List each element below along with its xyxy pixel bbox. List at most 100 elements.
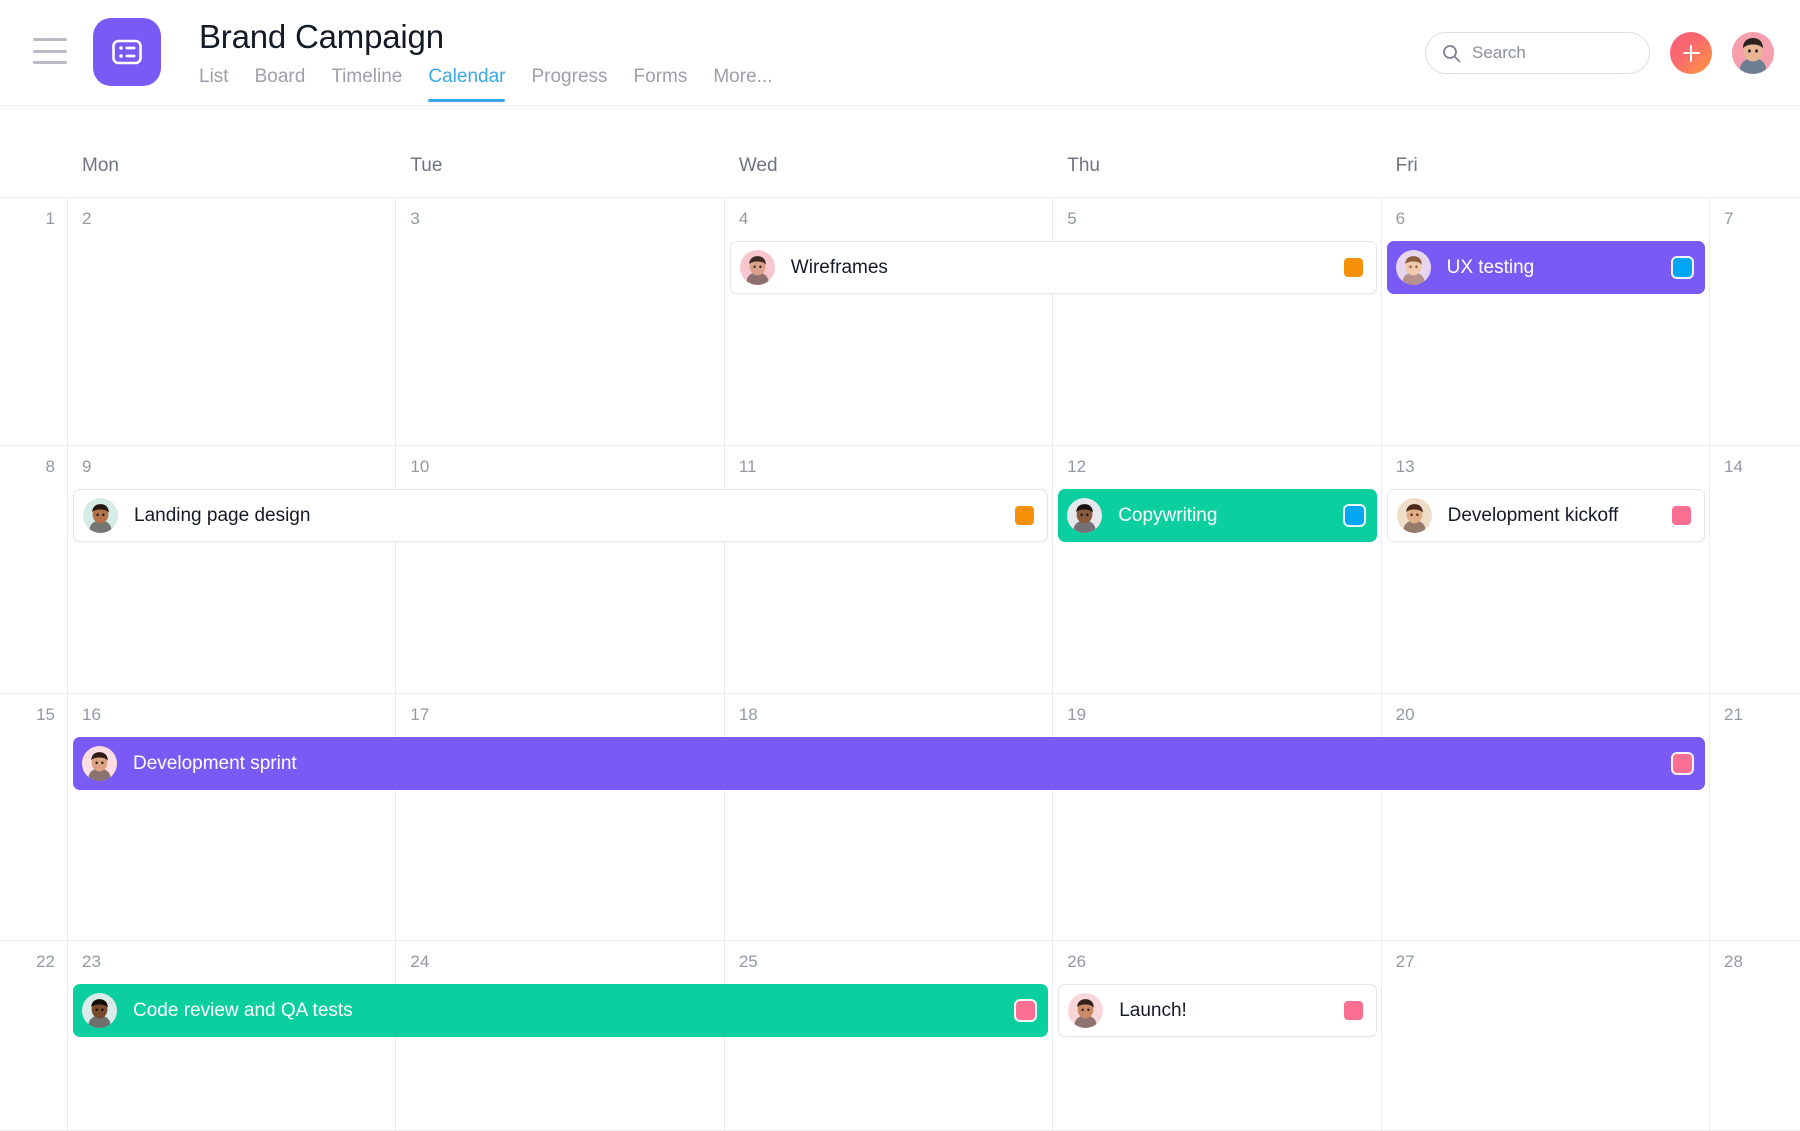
day-number: 7 bbox=[1724, 209, 1734, 228]
day-number: 10 bbox=[410, 457, 430, 476]
day-cell-21[interactable]: 21 bbox=[1710, 694, 1800, 940]
weekday-header: Mon Tue Wed Thu Fri bbox=[0, 106, 1800, 198]
tab-calendar[interactable]: Calendar bbox=[428, 66, 521, 102]
day-cell-6[interactable]: 6 bbox=[1382, 198, 1711, 445]
event-status-badge[interactable] bbox=[1343, 1001, 1363, 1020]
day-cell-13[interactable]: 13 bbox=[1382, 446, 1711, 693]
day-number: 6 bbox=[1395, 209, 1406, 228]
day-cell-4[interactable]: 4 bbox=[725, 198, 1054, 445]
calendar-event[interactable]: UX testing bbox=[1386, 241, 1705, 294]
day-number: 13 bbox=[1395, 457, 1415, 476]
avatar[interactable] bbox=[1732, 32, 1774, 74]
day-number: 9 bbox=[82, 457, 92, 476]
day-cell-3[interactable]: 3 bbox=[396, 198, 725, 445]
day-cell-7[interactable]: 7 bbox=[1710, 198, 1800, 445]
day-number: 8 bbox=[45, 457, 55, 476]
weekday-wed: Wed bbox=[738, 155, 778, 176]
day-cell-20[interactable]: 20 bbox=[1382, 694, 1711, 940]
tab-list[interactable]: List bbox=[199, 66, 245, 102]
day-cell-10[interactable]: 10 bbox=[396, 446, 725, 693]
day-cell-18[interactable]: 18 bbox=[725, 694, 1054, 940]
event-avatar bbox=[82, 993, 117, 1028]
calendar-week-row: 15 16 17 18 19 20 21 Development sprint bbox=[0, 694, 1800, 941]
day-number: 3 bbox=[410, 209, 420, 228]
calendar-event[interactable]: Development kickoff bbox=[1386, 489, 1705, 542]
day-number: 22 bbox=[36, 952, 55, 971]
hamburger-line bbox=[33, 61, 67, 64]
event-title: Wireframes bbox=[790, 256, 888, 278]
calendar-week-row: 8 9 10 11 12 13 14 Landing page design Copywri… bbox=[0, 446, 1800, 694]
day-cell-28[interactable]: 28 bbox=[1710, 941, 1800, 1130]
event-status-badge[interactable] bbox=[1673, 754, 1692, 773]
day-number: 5 bbox=[1067, 209, 1077, 228]
day-cell-5[interactable]: 5 bbox=[1053, 198, 1382, 445]
weekday-mon: Mon bbox=[82, 155, 119, 176]
event-avatar bbox=[1068, 993, 1104, 1028]
weekday-fri: Fri bbox=[1395, 155, 1418, 176]
calendar-week-row: 1 2 3 4 5 6 7 Wireframes UX testing bbox=[0, 198, 1800, 446]
calendar-event[interactable]: Development sprint bbox=[73, 737, 1705, 790]
calendar-weeks: 1234567 Wireframes UX testing 8 9 10 11 12 13 1… bbox=[0, 198, 1800, 1131]
day-cell-1[interactable]: 1 bbox=[0, 198, 68, 445]
event-avatar bbox=[739, 250, 775, 285]
day-number: 2 bbox=[82, 209, 92, 228]
event-avatar bbox=[83, 498, 118, 533]
tab-forms[interactable]: Forms bbox=[634, 66, 704, 102]
calendar-event[interactable]: Wireframes bbox=[729, 241, 1377, 294]
hamburger-icon[interactable] bbox=[33, 38, 67, 64]
calendar-event[interactable]: Launch! bbox=[1058, 984, 1377, 1037]
calendar-event[interactable]: Code review and QA tests bbox=[73, 984, 1049, 1037]
event-status-badge[interactable] bbox=[1343, 258, 1363, 277]
day-number: 14 bbox=[1724, 457, 1743, 476]
day-cell-19[interactable]: 19 bbox=[1053, 694, 1382, 940]
day-cell-12[interactable]: 12 bbox=[1053, 446, 1382, 693]
calendar: Mon Tue Wed Thu Fri 1234567 Wireframes U… bbox=[0, 106, 1800, 1131]
hamburger-line bbox=[33, 49, 67, 53]
tab-more[interactable]: More... bbox=[713, 66, 788, 102]
page-title: Brand Campaign bbox=[199, 18, 444, 55]
day-cell-8[interactable]: 8 bbox=[0, 446, 68, 693]
event-title: Copywriting bbox=[1118, 504, 1218, 526]
day-cell-14[interactable]: 14 bbox=[1710, 446, 1800, 693]
day-number: 12 bbox=[1067, 457, 1087, 476]
search-box[interactable] bbox=[1425, 32, 1650, 74]
calendar-week-row: 22 23 24 25 26 27 28 Code review and QA tests … bbox=[0, 941, 1800, 1131]
tab-timeline[interactable]: Timeline bbox=[331, 66, 418, 102]
day-cell-17[interactable]: 17 bbox=[396, 694, 725, 940]
event-status-badge[interactable] bbox=[1671, 506, 1691, 525]
calendar-event[interactable]: Landing page design bbox=[73, 489, 1049, 542]
event-title: UX testing bbox=[1446, 256, 1535, 278]
event-title: Development kickoff bbox=[1447, 504, 1619, 526]
event-status-badge[interactable] bbox=[1015, 506, 1035, 525]
event-avatar bbox=[1395, 250, 1431, 285]
event-status-badge[interactable] bbox=[1016, 1001, 1036, 1020]
day-cell-11[interactable]: 11 bbox=[725, 446, 1054, 693]
top-bar: Brand Campaign List Board Timeline Calen… bbox=[0, 0, 1800, 106]
day-number: 1 bbox=[45, 209, 55, 228]
event-avatar bbox=[1396, 498, 1432, 533]
event-title: Landing page design bbox=[134, 504, 311, 526]
hamburger-line bbox=[33, 38, 67, 41]
day-number: 16 bbox=[82, 705, 101, 724]
day-cell-2[interactable]: 2 bbox=[68, 198, 397, 445]
day-number: 21 bbox=[1724, 705, 1743, 724]
tab-progress[interactable]: Progress bbox=[531, 66, 623, 102]
top-bar-actions bbox=[1425, 32, 1774, 74]
weekday-sat-spacer bbox=[1710, 177, 1800, 197]
day-cell-9[interactable]: 9 bbox=[68, 446, 397, 693]
day-number: 4 bbox=[738, 209, 749, 228]
calendar-event[interactable]: Copywriting bbox=[1058, 489, 1377, 542]
add-task-button[interactable] bbox=[1670, 32, 1712, 74]
day-cell-22[interactable]: 22 bbox=[0, 941, 68, 1130]
event-title: Development sprint bbox=[133, 752, 297, 774]
event-title: Launch! bbox=[1119, 999, 1187, 1021]
day-cell-27[interactable]: 27 bbox=[1382, 941, 1711, 1130]
event-status-badge[interactable] bbox=[1344, 506, 1364, 525]
search-input[interactable] bbox=[1472, 43, 1633, 63]
event-status-badge[interactable] bbox=[1672, 258, 1692, 277]
day-cell-15[interactable]: 15 bbox=[0, 694, 68, 940]
day-cell-16[interactable]: 16 bbox=[68, 694, 397, 940]
list-board-icon[interactable] bbox=[93, 18, 161, 86]
event-title: Code review and QA tests bbox=[133, 999, 353, 1021]
tab-board[interactable]: Board bbox=[255, 66, 322, 102]
